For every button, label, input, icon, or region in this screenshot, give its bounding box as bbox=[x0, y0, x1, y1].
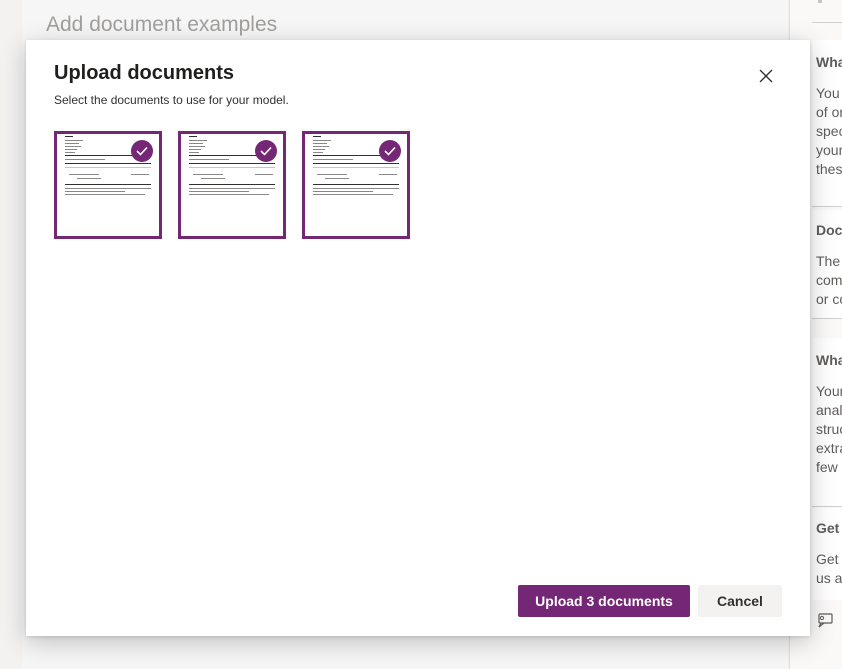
help-card-text: The com or co bbox=[816, 253, 842, 307]
panel-divider bbox=[812, 22, 842, 23]
help-card-get-started: Get Get us al bbox=[812, 508, 842, 600]
document-thumbnail-2[interactable] bbox=[178, 131, 286, 239]
help-card-text: You of or spec your thes bbox=[816, 85, 842, 177]
close-button[interactable] bbox=[754, 64, 778, 88]
close-icon bbox=[759, 69, 773, 83]
help-card-heading: Wha bbox=[816, 352, 842, 368]
upload-documents-button[interactable]: Upload 3 documents bbox=[518, 585, 690, 617]
upload-documents-dialog: Upload documents Select the documents to… bbox=[26, 40, 810, 636]
selected-check-icon bbox=[131, 140, 153, 162]
document-thumbnail-1[interactable] bbox=[54, 131, 162, 239]
selected-check-icon bbox=[379, 140, 401, 162]
help-card-text: Your analy struc extra few bbox=[816, 383, 842, 475]
help-card-heading: Docu bbox=[816, 222, 842, 238]
panel-handle bbox=[818, 0, 822, 3]
help-card-heading: Get bbox=[816, 520, 840, 536]
help-card-what-happens: Wha Your analy struc extra few bbox=[812, 338, 842, 507]
background-page-title: Add document examples bbox=[46, 13, 278, 37]
help-card-heading: Wha bbox=[816, 54, 842, 70]
help-card-text: Get us al bbox=[816, 551, 842, 586]
document-thumbnail-3[interactable] bbox=[302, 131, 410, 239]
cancel-button[interactable]: Cancel bbox=[698, 585, 782, 617]
dialog-title: Upload documents bbox=[54, 62, 235, 84]
help-card-documents: Docu The com or co bbox=[812, 210, 842, 319]
dialog-subtitle: Select the documents to use for your mod… bbox=[54, 93, 289, 107]
help-card-what-you-need: Wha You of or spec your thes bbox=[812, 40, 842, 207]
feedback-icon[interactable] bbox=[816, 612, 834, 630]
selected-check-icon bbox=[255, 140, 277, 162]
